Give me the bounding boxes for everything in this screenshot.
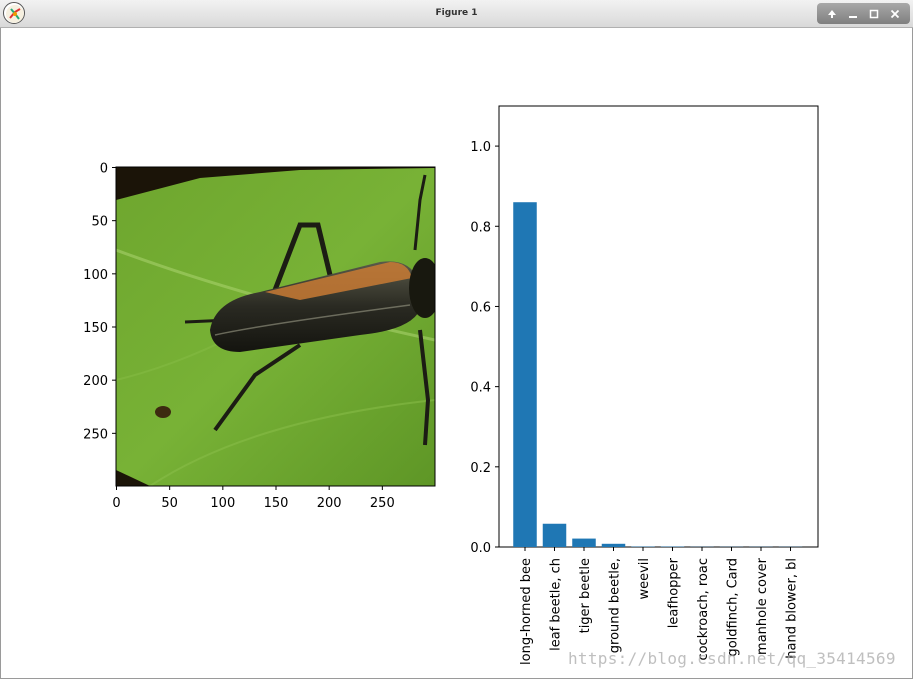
bar-chart: 0.0 0.2 0.4 0.6 0.8 1.0 long-horned bee leaf b… (470, 105, 819, 665)
bar-chart-x-axis: long-horned bee leaf beetle, ch tiger beet… (519, 547, 800, 665)
image-y-tick-label: 100 (83, 268, 108, 283)
image-y-tick-label: 150 (83, 321, 108, 336)
figure-canvas: 0 50 100 150 200 250 050100150200250 0.00.20.… (83, 105, 819, 665)
bar-y-tick-label: 0.8 (470, 220, 491, 235)
image-x-tick-label: 150 (264, 496, 289, 511)
image-x-tick-label: 0 (112, 496, 120, 511)
image-y-tick-label: 250 (83, 427, 108, 442)
bar-x-tick-label: tiger beetle (578, 558, 593, 633)
image-x-tick-label: 50 (161, 496, 178, 511)
bar-x-tick-label: leaf beetle, ch (549, 558, 564, 651)
beetle-photo (116, 167, 435, 486)
watermark-text: https://blog.csdn.net/qq_35414569 (568, 649, 896, 668)
bar-x-tick-label: ground beetle, (608, 558, 623, 653)
image-x-tick-label: 200 (317, 496, 342, 511)
bar-x-tick-label: cockroach, roac (696, 558, 711, 661)
bar-x-tick-label: weevil (637, 558, 652, 600)
bar-y-tick-label: 1.0 (470, 140, 491, 155)
bar (513, 202, 537, 547)
bar (542, 523, 567, 547)
bar-x-tick-label: hand blower, bl (785, 558, 800, 659)
bar-x-tick-label: long-horned bee (519, 558, 534, 665)
image-y-tick-label: 200 (83, 374, 108, 389)
image-x-tick-label: 250 (370, 496, 395, 511)
bar-y-tick-label: 0.6 (470, 300, 491, 315)
image-x-axis: 0 50 100 150 200 250 (112, 486, 395, 511)
bar (601, 543, 626, 547)
bar-y-tick-label: 0.2 (470, 461, 491, 476)
bar-y-tick-label: 0.0 (470, 541, 491, 556)
image-x-tick-label: 100 (210, 496, 235, 511)
bar (572, 538, 596, 547)
image-y-axis: 0 50 100 150 200 250 (83, 162, 116, 442)
bar-x-tick-label: goldfinch, Card (726, 558, 741, 657)
bar-x-tick-label: leafhopper (667, 557, 682, 628)
bar-x-tick-label: manhole cover (755, 557, 770, 655)
bar-chart-frame (498, 105, 819, 548)
bar-y-tick-label: 0.4 (470, 381, 491, 396)
bar-chart-y-axis: 0.0 0.2 0.4 0.6 0.8 1.0 (470, 140, 499, 556)
image-y-tick-label: 50 (91, 215, 108, 230)
image-y-tick-label: 0 (100, 162, 108, 177)
